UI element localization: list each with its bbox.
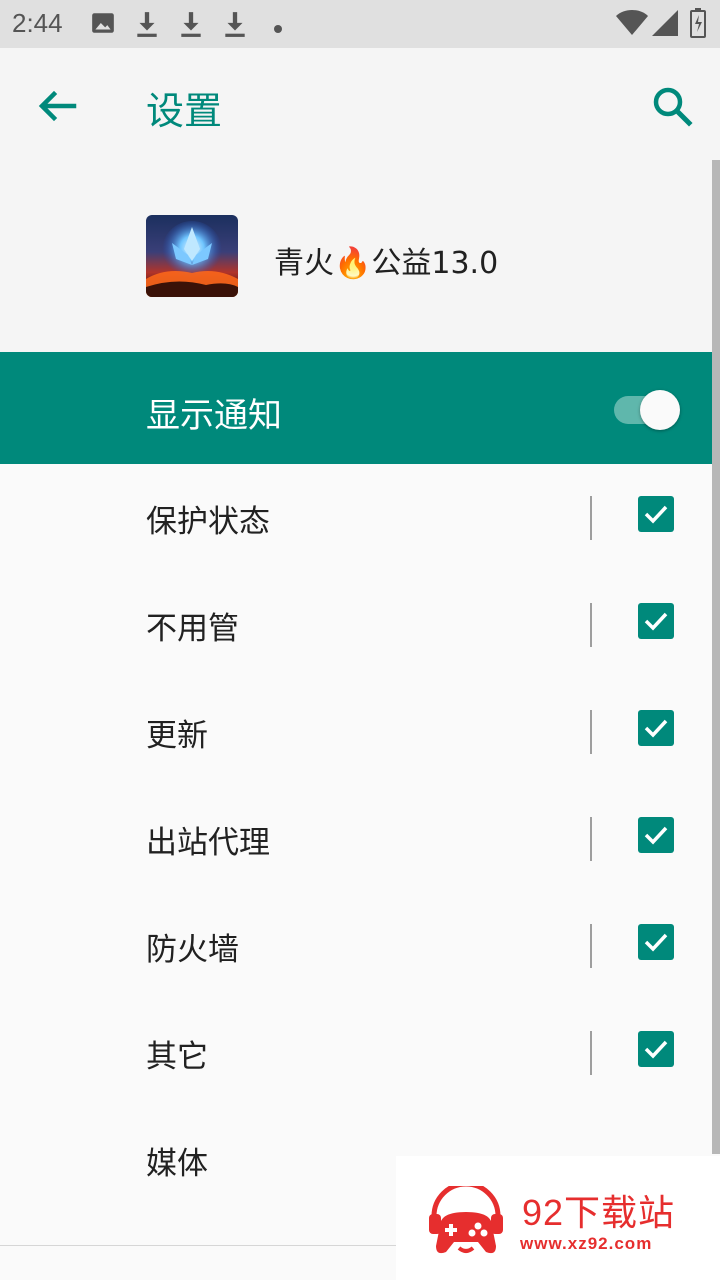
channel-label: 防火墙 [146, 932, 239, 968]
divider [590, 710, 592, 754]
check-icon [644, 505, 668, 524]
image-icon [90, 10, 116, 40]
show-notifications-label: 显示通知 [146, 396, 282, 436]
back-button[interactable] [30, 82, 82, 130]
download-icon [222, 10, 248, 42]
app-header: 青火🔥公益13.0 [0, 160, 720, 352]
channel-label: 其它 [146, 1039, 208, 1075]
divider [590, 817, 592, 861]
page-title: 设置 [146, 89, 223, 133]
wifi-icon [616, 10, 648, 40]
channel-checkbox[interactable] [638, 603, 674, 639]
signal-icon [652, 10, 678, 40]
dot-icon [273, 19, 283, 38]
channel-row-update[interactable]: 更新 [0, 678, 712, 785]
watermark-title: 92下载站 [522, 1192, 676, 1233]
channel-checkbox[interactable] [638, 924, 674, 960]
check-icon [644, 612, 668, 631]
download-icon [134, 10, 160, 42]
gamepad-logo-icon [426, 1181, 506, 1262]
app-icon [146, 215, 238, 297]
divider [590, 603, 592, 647]
divider [590, 496, 592, 540]
channel-label: 更新 [146, 718, 208, 754]
app-bar: 设置 [0, 48, 720, 160]
download-icon [178, 10, 204, 42]
search-icon [653, 87, 693, 127]
channel-list: 保护状态 不用管 更新 出站代理 防火墙 其它 媒体 [0, 464, 720, 1213]
status-time: 2:44 [12, 8, 63, 38]
check-icon [644, 933, 668, 952]
channel-row-ignore[interactable]: 不用管 [0, 571, 712, 678]
channel-label: 出站代理 [146, 825, 270, 861]
channel-row-outbound-proxy[interactable]: 出站代理 [0, 785, 712, 892]
channel-label: 不用管 [146, 611, 239, 647]
channel-checkbox[interactable] [638, 496, 674, 532]
app-name: 青火🔥公益13.0 [274, 246, 499, 281]
switch-thumb [640, 390, 680, 430]
channel-row-firewall[interactable]: 防火墙 [0, 892, 712, 999]
channel-label: 媒体 [146, 1146, 208, 1182]
arrow-left-icon [38, 90, 77, 122]
channel-checkbox[interactable] [638, 817, 674, 853]
watermark-url: www.xz92.com [520, 1234, 653, 1253]
channel-label: 保护状态 [146, 504, 270, 540]
battery-icon [690, 8, 706, 42]
check-icon [644, 719, 668, 738]
channel-checkbox[interactable] [638, 1031, 674, 1067]
check-icon [644, 1040, 668, 1059]
search-button[interactable] [648, 82, 696, 130]
channel-checkbox[interactable] [638, 710, 674, 746]
show-notifications-switch[interactable] [612, 388, 684, 432]
check-icon [644, 826, 668, 845]
channel-row-protection-status[interactable]: 保护状态 [0, 464, 712, 571]
watermark: 92下载站 www.xz92.com [396, 1156, 720, 1280]
channel-row-other[interactable]: 其它 [0, 999, 712, 1106]
show-notifications-bar[interactable]: 显示通知 [0, 352, 720, 464]
divider [590, 1031, 592, 1075]
divider [590, 924, 592, 968]
status-bar: 2:44 [0, 0, 720, 48]
